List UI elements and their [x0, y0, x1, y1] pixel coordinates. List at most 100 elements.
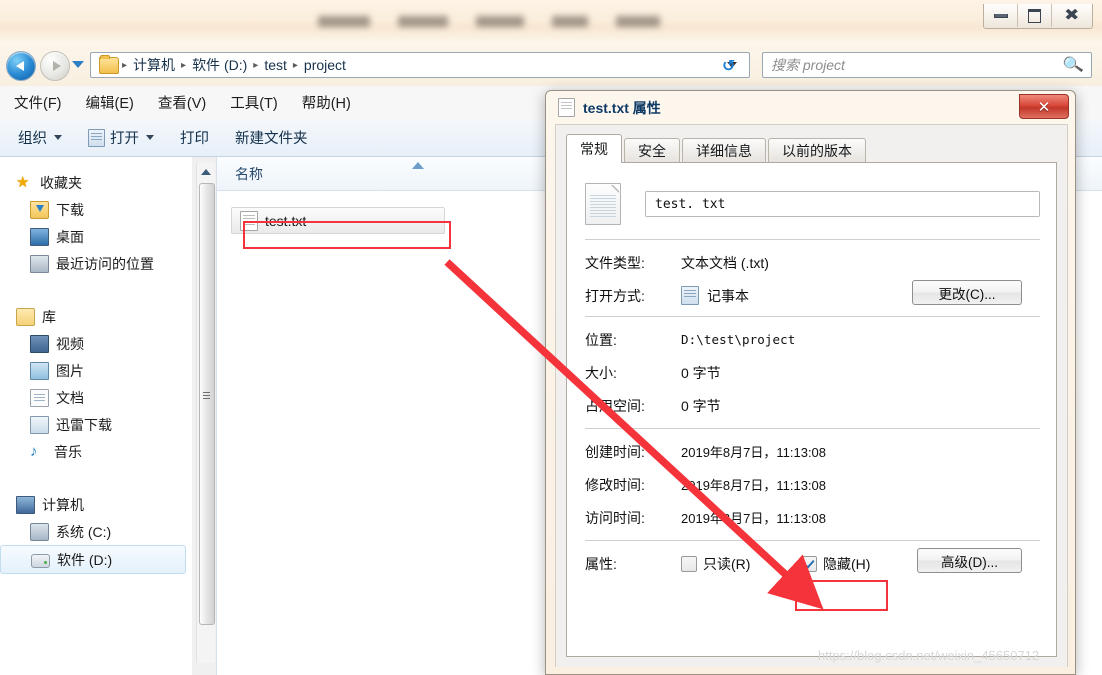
scroll-up-button[interactable]	[197, 163, 215, 180]
file-type-value: 文本文档 (.txt)	[681, 254, 769, 271]
size-value: 0 字节	[681, 364, 721, 381]
breadcrumb-item-drive[interactable]: 软件 (D:)	[187, 55, 252, 75]
sidebar-item-drive-d[interactable]: 软件 (D:)	[0, 545, 186, 574]
advanced-button[interactable]: 高级(D)...	[917, 548, 1022, 573]
search-box[interactable]: 搜索 project 🔍	[762, 52, 1092, 78]
sidebar-item-videos[interactable]: 视频	[0, 330, 192, 357]
file-type-row: 文件类型: 文本文档 (.txt)	[585, 247, 1040, 278]
new-folder-button[interactable]: 新建文件夹	[235, 127, 308, 148]
breadcrumb-item-computer[interactable]: 计算机	[128, 55, 180, 75]
close-icon: ✖	[1064, 6, 1080, 24]
address-breadcrumb-bar[interactable]: ▸ 计算机 ▸ 软件 (D:) ▸ test ▸ project	[90, 52, 750, 78]
sidebar-scrollbar[interactable]	[196, 163, 215, 663]
attributes-label: 属性:	[585, 555, 617, 572]
minimize-button[interactable]	[984, 4, 1018, 27]
menu-item-help[interactable]: 帮助(H)	[302, 89, 365, 116]
file-highlight-box	[243, 221, 451, 249]
menu-item-edit[interactable]: 编辑(E)	[86, 89, 148, 116]
divider	[585, 540, 1040, 541]
download-folder-icon	[30, 200, 49, 219]
thunder-download-icon	[30, 415, 49, 434]
dialog-close-button[interactable]: ✕	[1019, 94, 1069, 119]
tab-general[interactable]: 常规	[566, 134, 622, 163]
screenshot-root: ✖ ▸ 计算机 ▸ 软件 (D:) ▸ test ▸ project ↺ 搜索 …	[0, 0, 1102, 675]
tab-security-label: 安全	[638, 143, 666, 159]
sidebar-label-libraries: 库	[42, 308, 56, 325]
refresh-icon[interactable]: ↺	[722, 56, 735, 76]
hard-drive-icon	[31, 553, 50, 568]
desktop-icon	[30, 227, 49, 246]
tab-details[interactable]: 详细信息	[682, 138, 766, 163]
sidebar-item-music[interactable]: ♪ 音乐	[0, 438, 192, 465]
sidebar-item-pictures[interactable]: 图片	[0, 357, 192, 384]
menu-item-file[interactable]: 文件(F)	[14, 89, 76, 116]
organize-label: 组织	[18, 131, 47, 147]
maximize-icon	[1028, 8, 1041, 23]
maximize-button[interactable]	[1018, 4, 1052, 27]
checkbox-icon	[681, 555, 697, 572]
picture-icon	[30, 361, 49, 380]
sidebar-item-desktop[interactable]: 桌面	[0, 223, 192, 250]
readonly-checkbox[interactable]: 只读(R)	[681, 554, 801, 574]
sidebar-item-recent-places[interactable]: 最近访问的位置	[0, 250, 192, 277]
sidebar-item-documents[interactable]: 文档	[0, 384, 192, 411]
sidebar-item-favorites[interactable]: ★ 收藏夹	[0, 169, 192, 196]
notepad-icon	[681, 286, 699, 305]
change-button[interactable]: 更改(C)...	[912, 280, 1022, 305]
sidebar-group-computer: 计算机 系统 (C:) 软件 (D:)	[0, 491, 192, 574]
organize-button[interactable]: 组织	[18, 127, 62, 148]
sidebar-label-recent-places: 最近访问的位置	[56, 255, 154, 272]
document-icon	[30, 388, 49, 407]
sidebar-label-drive-c: 系统 (C:)	[56, 523, 112, 540]
created-value: 2019年8月7日，11:13:08	[681, 445, 827, 460]
tab-previous-versions[interactable]: 以前的版本	[768, 138, 866, 163]
accessed-label: 访问时间:	[585, 509, 645, 526]
filename-field[interactable]: test. txt	[645, 191, 1040, 217]
new-folder-label: 新建文件夹	[235, 131, 308, 147]
computer-icon	[16, 495, 35, 514]
location-row: 位置: D:\test\project	[585, 324, 1040, 355]
sidebar-item-drive-c[interactable]: 系统 (C:)	[0, 518, 192, 545]
hidden-checkbox-highlight-box	[795, 580, 888, 611]
star-icon: ★	[16, 173, 30, 191]
size-row: 大小: 0 字节	[585, 357, 1040, 388]
modified-row: 修改时间: 2019年8月7日，11:13:08	[585, 469, 1040, 500]
address-bar-row: ▸ 计算机 ▸ 软件 (D:) ▸ test ▸ project ↺ 搜索 pr…	[0, 44, 1102, 86]
sort-ascending-icon	[412, 162, 424, 169]
dialog-tab-strip: 常规 安全 详细信息 以前的版本	[566, 134, 868, 163]
print-button[interactable]: 打印	[180, 127, 209, 148]
scrollbar-thumb[interactable]	[199, 183, 215, 625]
recent-locations-dropdown[interactable]	[72, 61, 84, 68]
text-file-icon	[558, 98, 575, 117]
forward-icon	[52, 61, 61, 71]
chevron-down-icon	[146, 135, 154, 140]
accessed-row: 访问时间: 2019年8月7日，11:13:08	[585, 502, 1040, 533]
open-with-app-name: 记事本	[707, 287, 749, 304]
sidebar-label-downloads: 下载	[56, 201, 84, 218]
sidebar-label-music: 音乐	[54, 443, 82, 460]
library-icon	[16, 307, 35, 326]
sidebar-item-downloads[interactable]: 下载	[0, 196, 192, 223]
close-button[interactable]: ✖	[1052, 4, 1092, 27]
search-input[interactable]: 搜索 project	[771, 55, 845, 75]
sidebar-label-computer: 计算机	[42, 496, 84, 513]
sidebar-item-libraries[interactable]: 库	[0, 303, 192, 330]
sidebar-item-computer[interactable]: 计算机	[0, 491, 192, 518]
navigation-sidebar[interactable]: ★ 收藏夹 下载 桌面 最近访问的位置 库 视频 图片 文档 迅雷下载 ♪ 音乐…	[0, 157, 192, 675]
folder-icon	[99, 54, 119, 74]
open-button[interactable]: 打开	[88, 127, 154, 148]
sidebar-item-thunder-download[interactable]: 迅雷下载	[0, 411, 192, 438]
back-button[interactable]	[6, 51, 36, 81]
window-controls: ✖	[983, 4, 1093, 29]
breadcrumb-separator: ▸	[181, 59, 187, 71]
hidden-checkbox[interactable]: 隐藏(H)	[801, 554, 870, 574]
open-with-label: 打开方式:	[585, 287, 645, 304]
forward-button[interactable]	[40, 51, 70, 81]
menu-item-view[interactable]: 查看(V)	[158, 89, 220, 116]
tab-security[interactable]: 安全	[624, 138, 680, 163]
breadcrumb-item-test[interactable]: test	[259, 57, 292, 73]
file-type-label: 文件类型:	[585, 254, 645, 271]
column-header-name[interactable]: 名称	[217, 164, 263, 184]
breadcrumb-item-project[interactable]: project	[299, 57, 351, 73]
menu-item-tools[interactable]: 工具(T)	[230, 89, 292, 116]
